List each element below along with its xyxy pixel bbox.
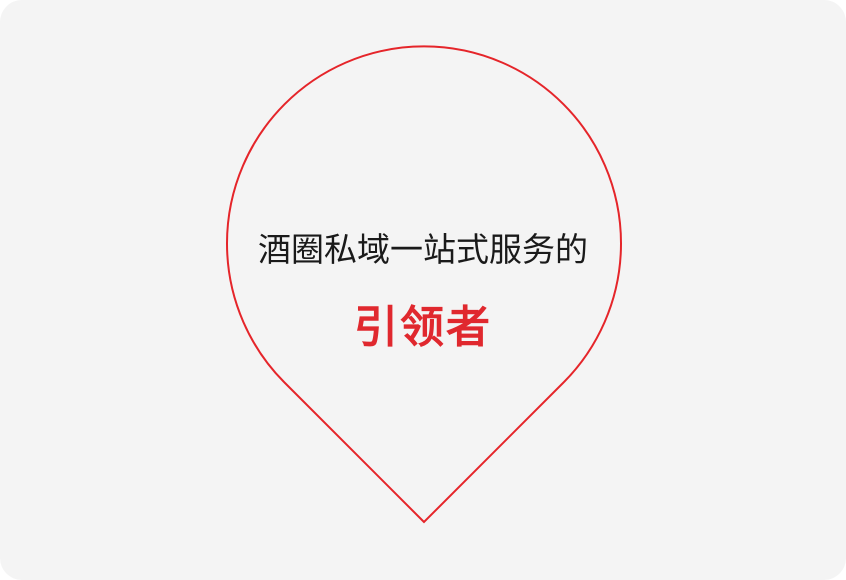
headline-line-1: 酒圈私域一站式服务的 <box>258 230 588 269</box>
pin-outline <box>226 45 622 524</box>
background-card: 酒圈私域一站式服务的 引领者 <box>0 0 846 580</box>
headline-line-2: 引领者 <box>354 302 492 353</box>
map-pin-outline-icon <box>226 45 622 524</box>
